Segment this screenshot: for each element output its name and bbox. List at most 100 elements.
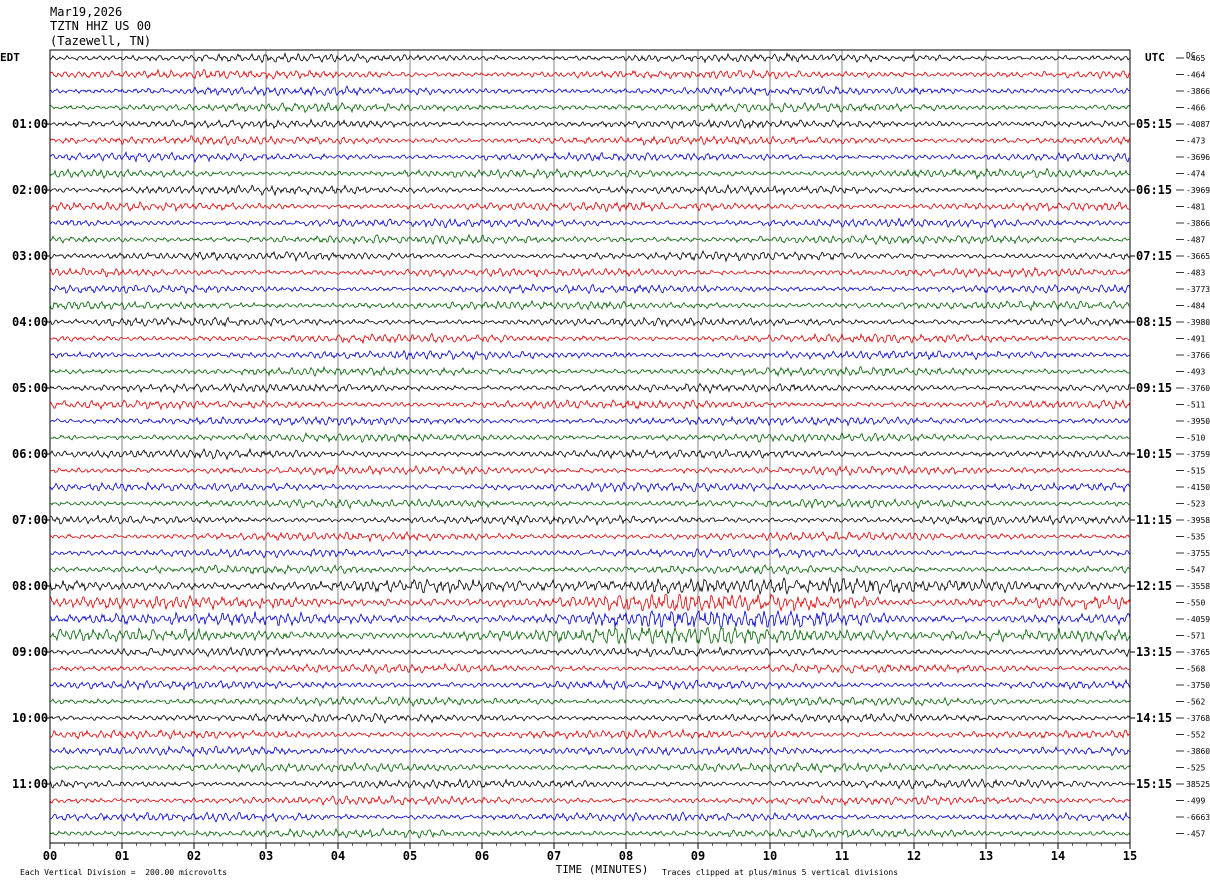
dc-offset-label: -39583: [1186, 516, 1210, 525]
seismic-trace-row: [49, 811, 1131, 823]
dc-offset-label: -481: [1186, 203, 1205, 212]
seismic-trace-row: [49, 68, 1131, 80]
dc-offset-label: -37600: [1186, 384, 1210, 393]
seismic-trace-row: [49, 217, 1131, 229]
right-hour-label: 06:15: [1136, 183, 1172, 197]
dc-offset-label: -465: [1186, 54, 1205, 63]
seismogram-chart: 00 01 02 03 04 05 06 07 08 09 10 11 12 13 14 15 TIME (MI…: [0, 49, 1210, 876]
footer-scale-note: Each Vertical Division = 200.00 microvol…: [20, 868, 228, 877]
seismic-trace-row: [49, 200, 1131, 213]
dc-offset-label: -457: [1186, 830, 1205, 839]
left-hour-label: 02:00: [12, 183, 48, 197]
x-tick-label: 08: [619, 849, 633, 863]
x-tick-label: 04: [331, 849, 345, 863]
seismic-trace-row: [49, 497, 1131, 510]
x-tick-label: 10: [763, 849, 777, 863]
dc-offset-label: -39805: [1186, 318, 1210, 327]
right-hour-label: 13:15: [1136, 645, 1172, 659]
dc-offset-label: -550: [1186, 599, 1205, 608]
dc-offset-label: -499: [1186, 797, 1205, 806]
x-tick-label: 13: [979, 849, 993, 863]
seismic-trace-row: [49, 794, 1131, 807]
x-tick-label: 09: [691, 849, 705, 863]
x-tick-label: 01: [115, 849, 129, 863]
dc-offset-label: -535: [1186, 533, 1205, 542]
right-hour-label: 08:15: [1136, 315, 1172, 329]
dc-offset-label: -568: [1186, 665, 1205, 674]
left-hour-label: 06:00: [12, 447, 48, 461]
seismic-trace-row: [49, 250, 1131, 263]
dc-offset-label: -40593: [1186, 615, 1210, 624]
x-tick-label: 12: [907, 849, 921, 863]
seismic-trace-row: [49, 662, 1131, 675]
x-tick-label: 15: [1123, 849, 1137, 863]
seismic-trace-row: [50, 349, 1131, 361]
right-hour-label: 07:15: [1136, 249, 1172, 263]
seismic-trace-row: [49, 609, 1131, 629]
dc-offset-label: -466: [1186, 104, 1205, 113]
x-tick-label: 02: [187, 849, 201, 863]
dc-offset-label: -547: [1186, 566, 1205, 575]
seismic-trace-row: [49, 85, 1131, 97]
dc-offset-label: -491: [1186, 335, 1205, 344]
seismic-trace-row: [49, 135, 1131, 146]
seismic-trace-row: [49, 745, 1131, 758]
dc-offset-label: -39698: [1186, 186, 1210, 195]
dc-offset-label: -487: [1186, 236, 1205, 245]
dc-offset-label: -473: [1186, 137, 1205, 146]
right-hour-label: 12:15: [1136, 579, 1172, 593]
right-hour-label: 14:15: [1136, 711, 1172, 725]
seismic-trace-row: [49, 415, 1131, 427]
left-hour-label: 01:00: [12, 117, 48, 131]
seismic-trace-row: [49, 299, 1131, 312]
dc-offset-label: -37551: [1186, 549, 1210, 558]
left-hour-label: 09:00: [12, 645, 48, 659]
x-axis-label: TIME (MINUTES): [556, 863, 649, 876]
seismic-trace-row: [49, 593, 1131, 612]
x-tick-label: 07: [547, 849, 561, 863]
seismic-trace-row: [49, 576, 1131, 596]
seismic-trace-row: [49, 778, 1131, 790]
dc-offset-label: -37505: [1186, 681, 1210, 690]
right-hour-label: 09:15: [1136, 381, 1172, 395]
dc-offset-label: -38662: [1186, 219, 1210, 228]
seismic-trace-row: [49, 827, 1131, 839]
x-tick-label: 11: [835, 849, 849, 863]
dc-offset-label: -36658: [1186, 252, 1210, 261]
seismic-trace-row: [49, 761, 1131, 774]
seismic-trace-row: [49, 514, 1131, 527]
seismic-trace-row: [49, 646, 1131, 658]
left-hour-label: 03:00: [12, 249, 48, 263]
dc-offset-label: -552: [1186, 731, 1205, 740]
seismic-trace-row: [49, 332, 1131, 345]
seismic-trace-row: [49, 399, 1131, 411]
right-timezone-label: UTC: [1145, 51, 1165, 64]
seismic-trace-row: [49, 626, 1131, 645]
dc-offset-label: -37668: [1186, 351, 1210, 360]
dc-offset-label: -66630: [1186, 813, 1210, 822]
dc-offset-label: 38525: [1186, 780, 1210, 789]
x-tick-label: 00: [43, 849, 57, 863]
x-tick-label: 14: [1051, 849, 1065, 863]
right-hour-label: 10:15: [1136, 447, 1172, 461]
seismic-trace-row: [49, 431, 1131, 443]
dc-offset-label: -36966: [1186, 153, 1210, 162]
seismic-trace-row: [49, 167, 1131, 180]
dc-offset-label: -37657: [1186, 648, 1210, 657]
seismic-trace-row: [49, 695, 1131, 708]
dc-offset-label: -484: [1186, 302, 1205, 311]
seismic-trace-row: [49, 365, 1131, 378]
left-hour-label: 08:00: [12, 579, 48, 593]
right-hour-label: 11:15: [1136, 513, 1172, 527]
dc-offset-label: -523: [1186, 500, 1205, 509]
seismic-trace-row: [50, 118, 1131, 130]
dc-offset-label: -515: [1186, 467, 1205, 476]
dc-offset-label: -39509: [1186, 417, 1210, 426]
left-hour-label: 07:00: [12, 513, 48, 527]
left-hour-label: 05:00: [12, 381, 48, 395]
footer-clip-note: Traces clipped at plus/minus 5 vertical …: [662, 868, 899, 877]
seismic-trace-row: [49, 712, 1131, 724]
dc-offset-label: -562: [1186, 698, 1205, 707]
dc-offset-label: -37684: [1186, 714, 1210, 723]
dc-offset-label: -37730: [1186, 285, 1210, 294]
